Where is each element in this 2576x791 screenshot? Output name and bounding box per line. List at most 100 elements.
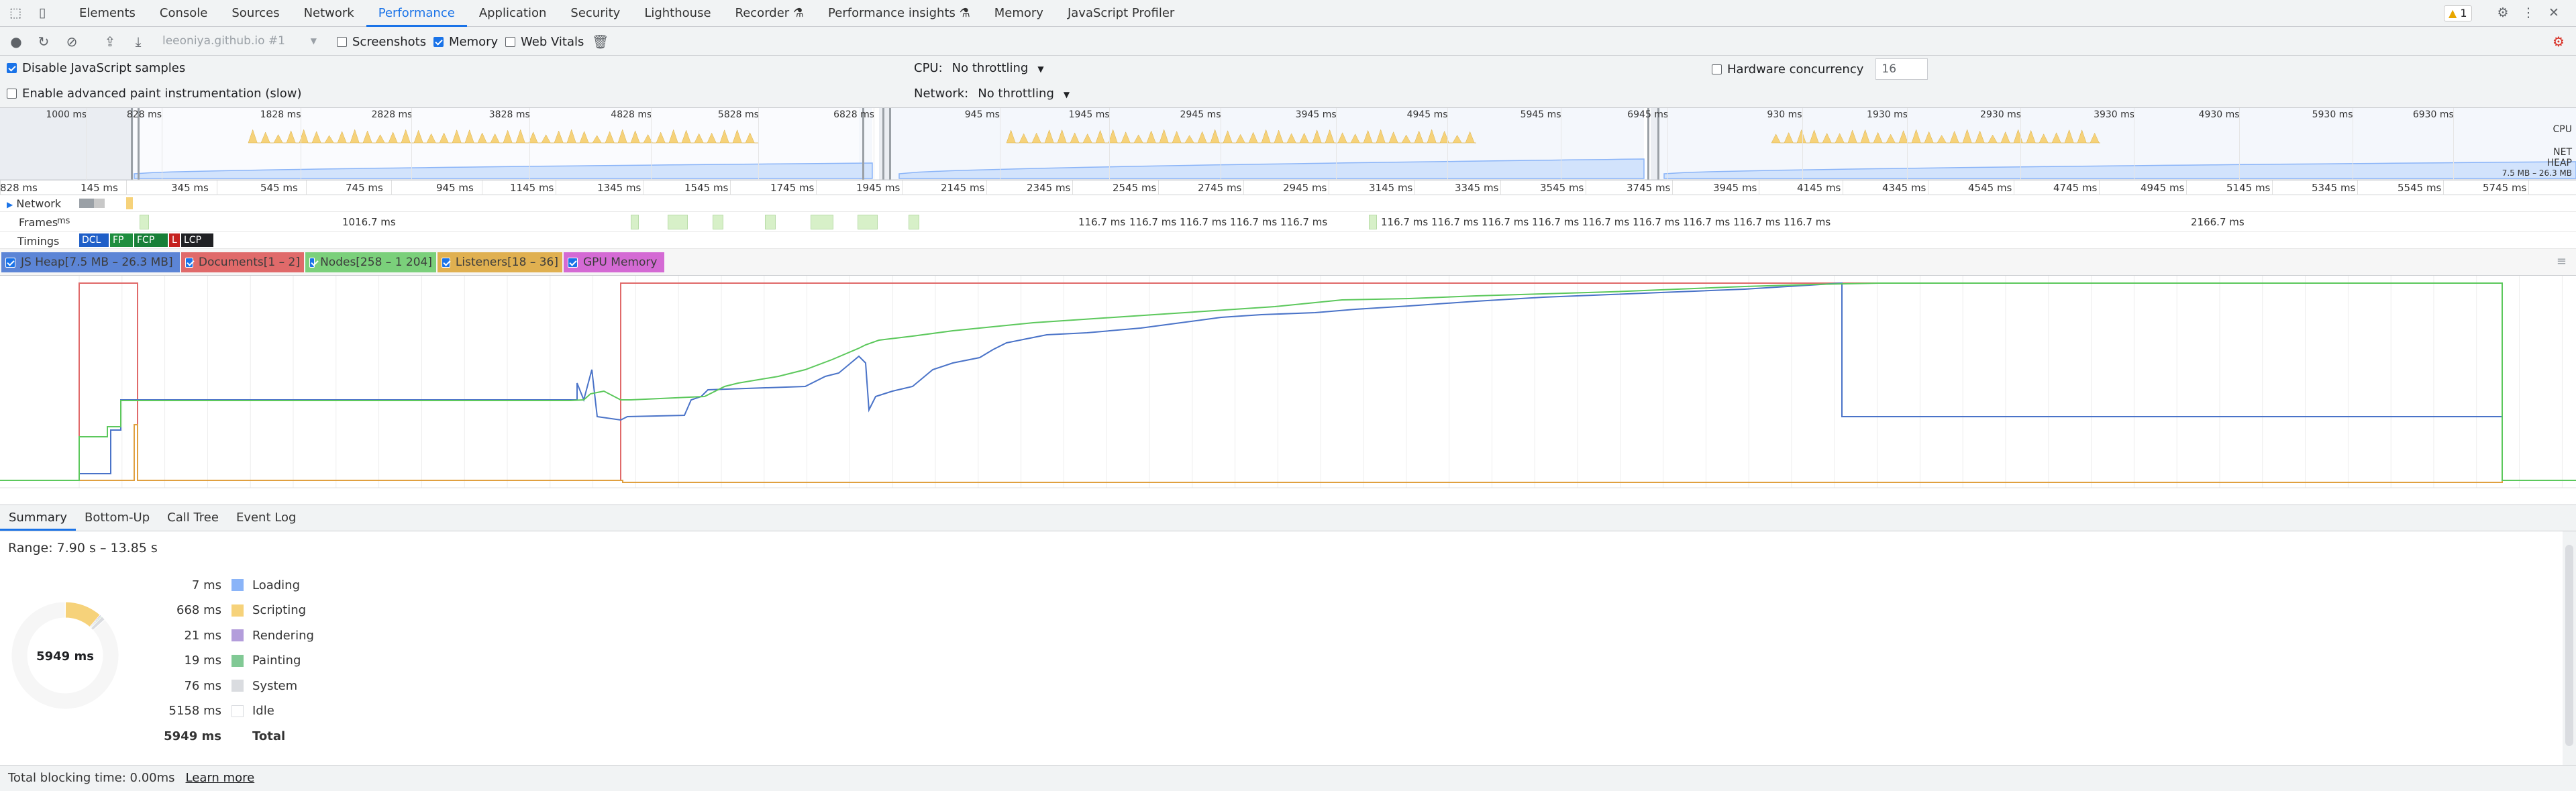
memory-counter-nodes[interactable]: Nodes[258 – 1 204] xyxy=(305,252,436,272)
learn-more-link[interactable]: Learn more xyxy=(186,771,255,785)
frame-duration-label: 116.7 ms xyxy=(1683,216,1731,228)
tab-lighthouse[interactable]: Lighthouse xyxy=(632,0,723,27)
timing-marker-fcp[interactable]: FCP xyxy=(134,233,168,247)
record-icon[interactable]: ● xyxy=(8,34,24,50)
devtools-tab-bar: ⬚ ▯ Elements Console Sources Network Perform… xyxy=(0,0,2576,27)
timeline-ruler: 828 ms 145 ms 345 ms 545 ms 745 ms 945 ms 1145… xyxy=(0,180,2576,195)
timing-marker-fp[interactable]: FP xyxy=(110,233,133,247)
frame-block[interactable] xyxy=(811,215,833,229)
summary-scrollbar[interactable] xyxy=(2563,531,2576,765)
frame-block[interactable] xyxy=(858,215,878,229)
network-request-bar[interactable] xyxy=(126,197,133,209)
tab-performance-insights[interactable]: Performance insights ⚗ xyxy=(816,0,982,27)
overview-tick-label: 4930 ms xyxy=(2198,109,2240,120)
frame-block[interactable] xyxy=(668,215,688,229)
memory-counter-listeners[interactable]: Listeners[18 – 36] xyxy=(437,252,562,272)
tab-application[interactable]: Application xyxy=(467,0,559,27)
frame-duration-label: 116.7 ms xyxy=(1784,216,1831,228)
ruler-tick-label: 5745 ms xyxy=(2483,182,2527,194)
upload-icon[interactable]: ⇪ xyxy=(102,34,118,50)
tab-network[interactable]: Network xyxy=(292,0,366,27)
network-track-label: ▶ Network xyxy=(7,197,62,210)
close-icon[interactable]: ✕ xyxy=(2546,5,2561,20)
timeline-overview[interactable]: 1000 ms 828 ms 1828 ms 2828 ms 3828 ms 4828 m… xyxy=(0,108,2576,180)
ruler-gridline xyxy=(2528,180,2529,195)
cpu-throttling-select[interactable]: No throttling ▼ xyxy=(952,61,1044,75)
ruler-gridline xyxy=(2272,180,2273,195)
advanced-paint-checkbox[interactable]: Enable advanced paint instrumentation (s… xyxy=(7,87,301,101)
frame-duration-label: 1016.7 ms xyxy=(342,216,396,228)
network-throttling-select[interactable]: No throttling ▼ xyxy=(978,87,1070,101)
memory-counter-documents[interactable]: Documents[1 – 2] xyxy=(181,252,304,272)
network-request-bar[interactable] xyxy=(79,199,94,208)
tab-performance[interactable]: Performance xyxy=(366,0,467,27)
capture-settings-gear-icon[interactable]: ⚙ xyxy=(2551,34,2567,50)
frame-block[interactable] xyxy=(909,215,919,229)
download-icon[interactable]: ⤓ xyxy=(130,34,146,50)
frame-duration-label: 2166.7 ms xyxy=(2191,216,2245,228)
timings-track[interactable]: Timings DCL FP FCP L LCP xyxy=(0,232,2576,249)
inspect-element-icon[interactable]: ⬚ xyxy=(8,5,23,20)
tab-memory[interactable]: Memory xyxy=(982,0,1055,27)
warning-badge[interactable]: ▲ 1 xyxy=(2444,5,2472,21)
frame-duration-label: 116.7 ms xyxy=(1230,216,1278,228)
trash-icon[interactable]: 🗑 xyxy=(592,34,609,50)
web-vitals-checkbox[interactable]: Web Vitals xyxy=(505,35,584,49)
heap-range-label: 7.5 MB – 26.3 MB xyxy=(2502,168,2572,178)
ruler-gridline xyxy=(1243,180,1244,195)
tab-recorder[interactable]: Recorder ⚗ xyxy=(723,0,817,27)
legend-swatch xyxy=(231,629,244,641)
timing-marker-dcl[interactable]: DCL xyxy=(79,233,109,247)
legend-swatch xyxy=(231,654,244,667)
summary-row-total: 5949 ms Total xyxy=(164,729,286,743)
overview-tick-label: 2930 ms xyxy=(1980,109,2022,120)
memory-counter-gpu-memory[interactable]: GPU Memory xyxy=(564,252,664,272)
kebab-menu-icon[interactable]: ⋮ xyxy=(2521,5,2536,20)
hardware-concurrency-checkbox[interactable]: Hardware concurrency xyxy=(1712,62,1863,76)
frame-duration-label: 116.7 ms xyxy=(1129,216,1177,228)
disable-js-samples-checkbox[interactable]: Disable JavaScript samples xyxy=(7,61,185,75)
hardware-concurrency-input[interactable]: 16 xyxy=(1875,58,1928,80)
frame-duration-label: 116.7 ms xyxy=(1582,216,1630,228)
legend-menu-icon[interactable]: ≡ xyxy=(2557,254,2567,268)
frame-block[interactable] xyxy=(713,215,723,229)
profile-select[interactable]: leeoniya.github.io #1 ▼ xyxy=(162,32,319,50)
network-request-bar[interactable] xyxy=(94,199,105,208)
memory-checkbox[interactable]: Memory xyxy=(433,35,498,49)
timing-marker-l[interactable]: L xyxy=(169,233,180,247)
warning-icon: ▲ xyxy=(2449,7,2457,19)
clear-icon[interactable]: ⊘ xyxy=(64,34,80,50)
frame-duration-label: 116.7 ms xyxy=(1280,216,1328,228)
heap-label: HEAP xyxy=(2546,158,2572,168)
frame-block[interactable] xyxy=(140,215,149,229)
tab-sources[interactable]: Sources xyxy=(219,0,291,27)
tab-elements[interactable]: Elements xyxy=(67,0,148,27)
range-label: Range: 7.90 s – 13.85 s xyxy=(8,541,158,556)
ruler-tick-label: 2745 ms xyxy=(1198,182,1242,194)
reload-record-icon[interactable]: ↻ xyxy=(36,34,52,50)
memory-counters-chart[interactable] xyxy=(0,276,2576,504)
details-tab-call-tree[interactable]: Call Tree xyxy=(158,505,227,531)
details-tab-summary[interactable]: Summary xyxy=(0,505,76,531)
overview-gridline xyxy=(651,108,652,180)
details-tab-event-log[interactable]: Event Log xyxy=(227,505,305,531)
overview-gridline xyxy=(411,108,413,180)
ruler-tick-label: 2945 ms xyxy=(1283,182,1327,194)
tab-console[interactable]: Console xyxy=(148,0,219,27)
frame-block[interactable] xyxy=(1369,215,1377,229)
ruler-tick-label: 745 ms xyxy=(346,182,383,194)
memory-counter-js-heap[interactable]: JS Heap[7.5 MB – 26.3 MB] xyxy=(1,252,180,272)
screenshots-checkbox[interactable]: Screenshots xyxy=(337,35,426,49)
scrollbar-thumb[interactable] xyxy=(2565,545,2573,746)
tab-javascript-profiler[interactable]: JavaScript Profiler xyxy=(1055,0,1186,27)
frame-block[interactable] xyxy=(765,215,776,229)
timing-marker-lcp[interactable]: LCP xyxy=(181,233,213,247)
network-track[interactable]: ▶ Network xyxy=(0,195,2576,212)
footer-status: Total blocking time: 0.00ms Learn more xyxy=(0,765,2576,791)
device-toolbar-icon[interactable]: ▯ xyxy=(35,5,50,20)
tab-security[interactable]: Security xyxy=(558,0,632,27)
frame-block[interactable] xyxy=(631,215,639,229)
frames-track[interactable]: Frames ms 1016.7 ms 116.7 ms 116.7 ms 116.7… xyxy=(0,212,2576,232)
details-tab-bottom-up[interactable]: Bottom-Up xyxy=(76,505,158,531)
gear-icon[interactable]: ⚙ xyxy=(2495,5,2510,20)
